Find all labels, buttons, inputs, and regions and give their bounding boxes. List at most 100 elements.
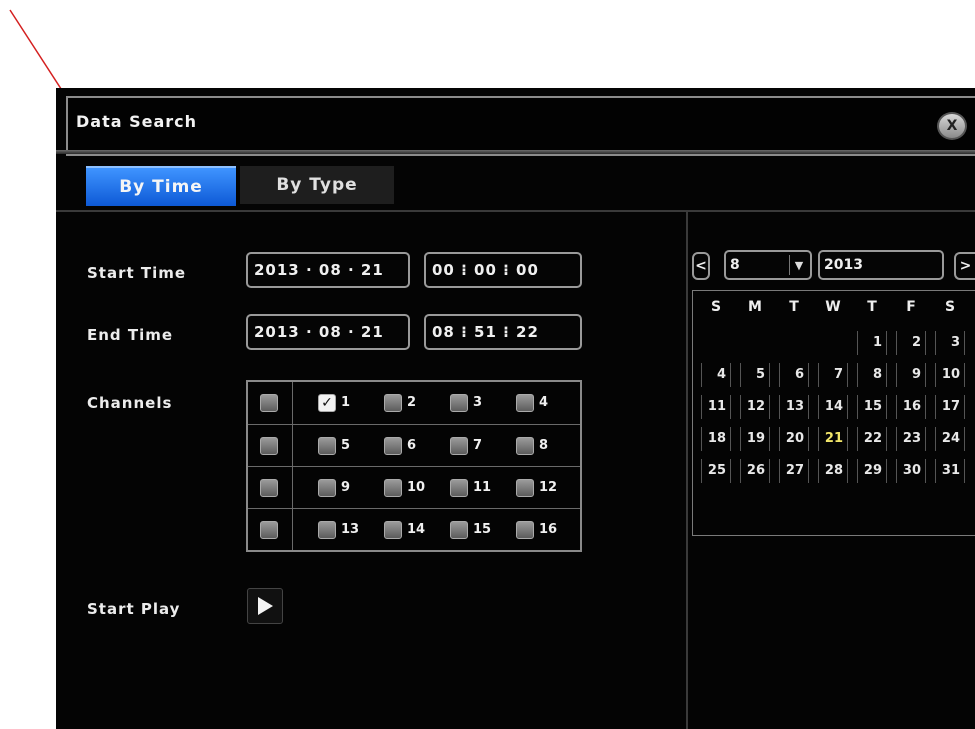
panel-divider bbox=[686, 212, 688, 729]
channel-label: 1 bbox=[341, 395, 351, 410]
channel-label: 13 bbox=[341, 522, 360, 537]
weekday-header: S bbox=[944, 299, 956, 315]
chevron-left-icon: < bbox=[695, 258, 707, 274]
calendar-day[interactable]: 23 bbox=[896, 427, 926, 451]
tab-by-type[interactable]: By Type bbox=[240, 166, 394, 204]
channel-checkbox[interactable] bbox=[384, 479, 402, 497]
tab-divider bbox=[56, 210, 975, 212]
channel-row: ✓ 1 2 3 4 bbox=[248, 382, 580, 424]
chevron-down-icon: ▼ bbox=[789, 255, 808, 275]
channel-checkbox[interactable] bbox=[318, 479, 336, 497]
calendar-day[interactable]: 28 bbox=[818, 459, 848, 483]
channel-label: 11 bbox=[473, 480, 492, 495]
calendar-day[interactable]: 21 bbox=[818, 427, 848, 451]
channel-checkbox[interactable] bbox=[384, 394, 402, 412]
calendar-day[interactable]: 8 bbox=[857, 363, 887, 387]
start-date-field[interactable]: 2013 · 08 · 21 bbox=[246, 252, 410, 288]
channel-checkbox[interactable] bbox=[318, 521, 336, 539]
calendar-day[interactable]: 13 bbox=[779, 395, 809, 419]
calendar-day[interactable]: 14 bbox=[818, 395, 848, 419]
calendar-day[interactable]: 27 bbox=[779, 459, 809, 483]
calendar-day[interactable]: 9 bbox=[896, 363, 926, 387]
channel-checkbox[interactable] bbox=[450, 394, 468, 412]
calendar-day[interactable]: 20 bbox=[779, 427, 809, 451]
weekday-header: M bbox=[748, 299, 762, 315]
start-time-field[interactable]: 00 ⁝ 00 ⁝ 00 bbox=[424, 252, 582, 288]
start-date-value: 2013 · 08 · 21 bbox=[254, 261, 384, 279]
channel-checkbox[interactable]: ✓ bbox=[318, 394, 336, 412]
year-value: 2013 bbox=[824, 257, 863, 273]
calendar-day[interactable]: 16 bbox=[896, 395, 926, 419]
row-select-checkbox[interactable] bbox=[260, 437, 278, 455]
calendar-day[interactable]: 10 bbox=[935, 363, 965, 387]
channel-row: 13 14 15 16 bbox=[248, 508, 580, 551]
play-button[interactable] bbox=[247, 588, 283, 624]
channel-label: 9 bbox=[341, 480, 351, 495]
channel-label: 5 bbox=[341, 438, 351, 453]
close-icon: X bbox=[946, 118, 958, 134]
channel-checkbox[interactable] bbox=[384, 521, 402, 539]
row-select-checkbox[interactable] bbox=[260, 479, 278, 497]
channel-label: 14 bbox=[407, 522, 426, 537]
calendar-day[interactable]: 26 bbox=[740, 459, 770, 483]
calendar-day[interactable]: 15 bbox=[857, 395, 887, 419]
window-title: Data Search bbox=[76, 112, 198, 131]
calendar-day[interactable]: 1 bbox=[857, 331, 887, 355]
title-divider bbox=[56, 150, 975, 154]
titlebar: Data Search X bbox=[66, 96, 975, 156]
channel-checkbox[interactable] bbox=[450, 437, 468, 455]
row-select-checkbox[interactable] bbox=[260, 394, 278, 412]
calendar-day[interactable]: 3 bbox=[935, 331, 965, 355]
calendar-day[interactable]: 11 bbox=[701, 395, 731, 419]
channel-row: 9 10 11 12 bbox=[248, 466, 580, 509]
calendar-day[interactable]: 17 bbox=[935, 395, 965, 419]
channel-checkbox[interactable] bbox=[450, 479, 468, 497]
calendar-day[interactable]: 18 bbox=[701, 427, 731, 451]
tab-by-time[interactable]: By Time bbox=[86, 166, 236, 206]
channel-label: 6 bbox=[407, 438, 417, 453]
calendar-day[interactable]: 4 bbox=[701, 363, 731, 387]
calendar-day[interactable]: 12 bbox=[740, 395, 770, 419]
prev-month-button[interactable]: < bbox=[692, 252, 710, 280]
channel-checkbox[interactable] bbox=[450, 521, 468, 539]
calendar-day[interactable]: 24 bbox=[935, 427, 965, 451]
calendar-day[interactable]: 22 bbox=[857, 427, 887, 451]
calendar-day[interactable]: 19 bbox=[740, 427, 770, 451]
row-select-checkbox[interactable] bbox=[260, 521, 278, 539]
calendar-day[interactable]: 2 bbox=[896, 331, 926, 355]
calendar-day[interactable]: 25 bbox=[701, 459, 731, 483]
channel-label: 7 bbox=[473, 438, 483, 453]
chevron-right-icon: > bbox=[959, 258, 972, 274]
channel-label: 12 bbox=[539, 480, 558, 495]
year-field[interactable]: 2013 bbox=[818, 250, 944, 280]
calendar-day[interactable]: 6 bbox=[779, 363, 809, 387]
start-time-value: 00 ⁝ 00 ⁝ 00 bbox=[432, 261, 539, 279]
end-date-value: 2013 · 08 · 21 bbox=[254, 323, 384, 341]
close-button[interactable]: X bbox=[937, 112, 967, 140]
next-month-button[interactable]: > bbox=[954, 252, 975, 280]
end-date-field[interactable]: 2013 · 08 · 21 bbox=[246, 314, 410, 350]
weekday-header: T bbox=[867, 299, 877, 315]
weekday-header: W bbox=[825, 299, 841, 315]
calendar-day[interactable]: 31 bbox=[935, 459, 965, 483]
weekday-header: S bbox=[710, 299, 722, 315]
channel-checkbox[interactable] bbox=[318, 437, 336, 455]
calendar-day[interactable]: 7 bbox=[818, 363, 848, 387]
channel-label: 8 bbox=[539, 438, 549, 453]
month-select[interactable]: 8 ▼ bbox=[724, 250, 812, 280]
channels-label: Channels bbox=[87, 394, 173, 412]
channel-label: 3 bbox=[473, 395, 483, 410]
end-time-field[interactable]: 08 ⁝ 51 ⁝ 22 bbox=[424, 314, 582, 350]
data-search-window: Data Search X By Time By Type Start Time… bbox=[56, 88, 975, 729]
month-value: 8 bbox=[730, 257, 740, 273]
channel-checkbox[interactable] bbox=[516, 437, 534, 455]
calendar-grid: S M T W T F S 1 2 3 4 5 6 7 8 9 10 11 12 13 14 15 16 17 18 19 20 21… bbox=[692, 290, 975, 536]
play-icon bbox=[258, 597, 273, 615]
channel-checkbox[interactable] bbox=[384, 437, 402, 455]
channel-checkbox[interactable] bbox=[516, 521, 534, 539]
calendar-day[interactable]: 5 bbox=[740, 363, 770, 387]
calendar-day[interactable]: 30 bbox=[896, 459, 926, 483]
calendar-day[interactable]: 29 bbox=[857, 459, 887, 483]
channel-checkbox[interactable] bbox=[516, 479, 534, 497]
channel-checkbox[interactable] bbox=[516, 394, 534, 412]
